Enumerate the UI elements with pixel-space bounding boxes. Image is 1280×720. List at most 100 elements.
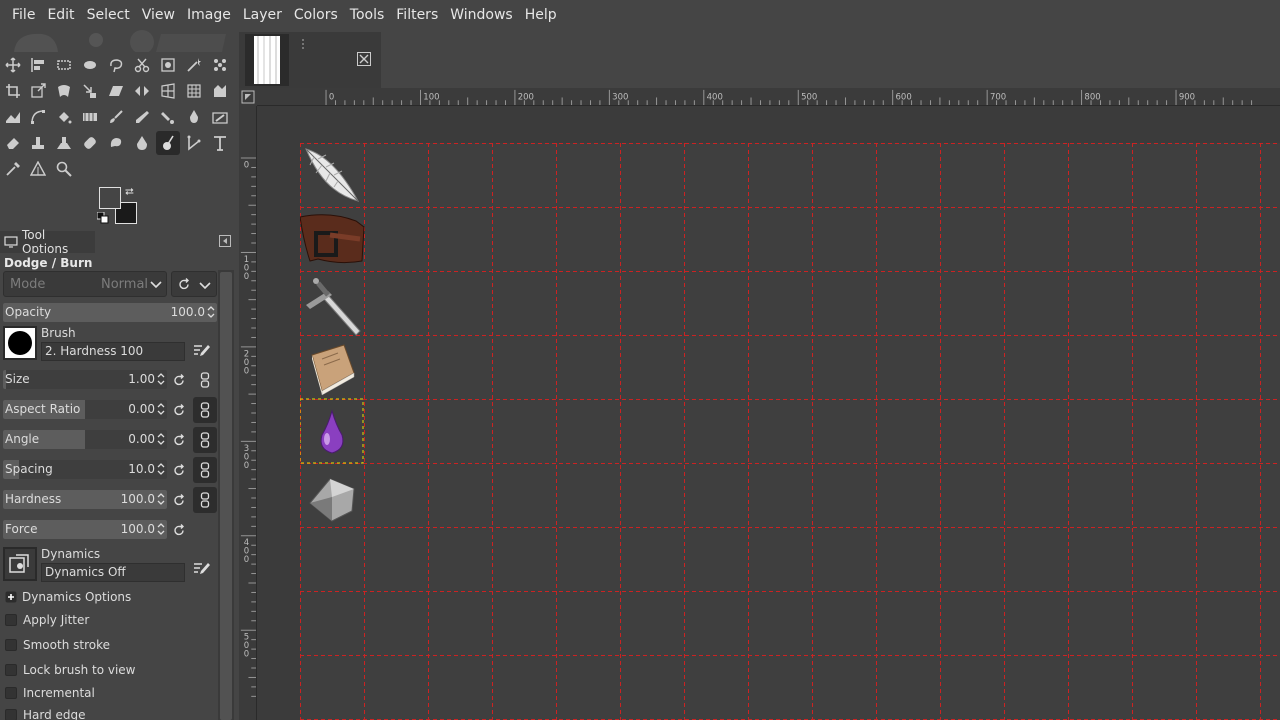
gegl-operation-icon[interactable]: [208, 79, 232, 103]
menu-tools[interactable]: Tools: [344, 0, 391, 30]
menu-select[interactable]: Select: [81, 0, 136, 30]
smudge-icon[interactable]: [104, 131, 128, 155]
shear-icon[interactable]: [104, 79, 128, 103]
ellipse-select-icon[interactable]: [78, 53, 102, 77]
perspective-clone-icon[interactable]: [52, 131, 76, 155]
select-by-color-icon[interactable]: [208, 53, 232, 77]
perspective-icon[interactable]: [156, 79, 180, 103]
heal-icon[interactable]: [78, 131, 102, 155]
free-select-icon[interactable]: [104, 53, 128, 77]
blur-sharpen-icon[interactable]: [130, 131, 154, 155]
spacing-slider[interactable]: Spacing 10.0: [3, 460, 167, 479]
measure-angle-icon[interactable]: [26, 157, 50, 181]
smooth-stroke-checkbox[interactable]: Smooth stroke: [5, 638, 110, 652]
move-tool-icon[interactable]: [1, 53, 25, 77]
rect-select-icon[interactable]: [52, 53, 76, 77]
hardness-link-button[interactable]: [193, 487, 217, 513]
edit-dynamics-button[interactable]: [192, 559, 212, 579]
hardness-reset-button[interactable]: [169, 490, 189, 510]
size-link-button[interactable]: [195, 370, 215, 390]
menu-layer[interactable]: Layer: [237, 0, 288, 30]
image-tab[interactable]: [239, 32, 381, 88]
angle-slider[interactable]: Angle 0.00: [3, 430, 167, 449]
menu-filters[interactable]: Filters: [390, 0, 444, 30]
bucket-fill-icon[interactable]: [52, 105, 76, 129]
dynamics-name-field[interactable]: Dynamics Off: [41, 563, 185, 582]
horizontal-ruler[interactable]: 0 100 200 300 400 500 600 700 800 900: [257, 88, 1280, 106]
unified-transform-icon[interactable]: [26, 79, 50, 103]
brush-name-field[interactable]: 2. Hardness 100: [41, 342, 185, 361]
close-icon[interactable]: [357, 52, 371, 66]
foreground-color-swatch[interactable]: [99, 187, 121, 209]
angle-link-button[interactable]: [193, 427, 217, 453]
fuzzy-select-icon[interactable]: [182, 53, 206, 77]
lock-brush-checkbox[interactable]: Lock brush to view: [5, 663, 136, 677]
eraser-icon[interactable]: [1, 131, 25, 155]
spin-arrows-icon[interactable]: [157, 462, 165, 476]
paths-tool-icon[interactable]: [26, 105, 50, 129]
clone-stamp-icon[interactable]: [26, 131, 50, 155]
spin-arrows-icon[interactable]: [207, 305, 215, 319]
text-tool-icon[interactable]: [208, 131, 232, 155]
flip-icon[interactable]: [130, 79, 154, 103]
mode-select[interactable]: Mode Normal: [3, 271, 167, 297]
vertical-ruler[interactable]: 0 1 0 0 2 0 0 3 0 0 4 0 0 5 0 0: [239, 106, 257, 720]
spin-arrows-icon[interactable]: [157, 492, 165, 506]
spacing-reset-button[interactable]: [169, 460, 189, 480]
zoom-icon[interactable]: [52, 157, 76, 181]
apply-jitter-checkbox[interactable]: Apply Jitter: [5, 613, 89, 627]
aspect-ratio-reset-button[interactable]: [169, 400, 189, 420]
size-slider[interactable]: Size 1.00: [3, 370, 167, 389]
menu-image[interactable]: Image: [181, 0, 237, 30]
menu-colors[interactable]: Colors: [288, 0, 344, 30]
swap-colors-icon[interactable]: ⮂: [125, 185, 134, 199]
spin-arrows-icon[interactable]: [157, 522, 165, 536]
menu-view[interactable]: View: [136, 0, 181, 30]
pencil-icon[interactable]: [130, 105, 154, 129]
paintbrush-icon[interactable]: [104, 105, 128, 129]
mypaint-brush-icon[interactable]: [208, 105, 232, 129]
foreground-select-icon[interactable]: [156, 53, 180, 77]
mode-reset-select[interactable]: [171, 271, 217, 297]
spin-arrows-icon[interactable]: [157, 372, 165, 386]
cage-transform-icon[interactable]: [182, 79, 206, 103]
dodge-burn-icon[interactable]: [156, 131, 180, 155]
airbrush-icon[interactable]: [156, 105, 180, 129]
tool-options-tab[interactable]: Tool Options: [0, 228, 95, 256]
spin-arrows-icon[interactable]: [157, 402, 165, 416]
quick-mask-corner-icon[interactable]: [239, 88, 257, 106]
menu-help[interactable]: Help: [519, 0, 563, 30]
gradient-icon[interactable]: [78, 105, 102, 129]
angle-reset-button[interactable]: [169, 430, 189, 450]
menu-windows[interactable]: Windows: [444, 0, 519, 30]
dynamics-options-expander[interactable]: Dynamics Options: [5, 590, 131, 604]
scissors-icon[interactable]: [130, 53, 154, 77]
hard-edge-checkbox[interactable]: Hard edge: [5, 708, 86, 720]
handle-transform-icon[interactable]: [78, 79, 102, 103]
size-reset-button[interactable]: [169, 370, 189, 390]
opacity-slider[interactable]: Opacity 100.0: [3, 303, 217, 322]
crop-tool-icon[interactable]: [1, 79, 25, 103]
spin-arrows-icon[interactable]: [157, 432, 165, 446]
default-colors-icon[interactable]: [97, 212, 109, 224]
force-slider[interactable]: Force 100.0: [3, 520, 167, 539]
image-grid[interactable]: [300, 143, 1280, 720]
warp-transform-icon[interactable]: [52, 79, 76, 103]
ink-icon[interactable]: [182, 105, 206, 129]
brush-preview[interactable]: [3, 326, 37, 360]
aspect-ratio-slider[interactable]: Aspect Ratio 0.00: [3, 400, 167, 419]
spacing-link-button[interactable]: [193, 457, 217, 483]
hardness-slider[interactable]: Hardness 100.0: [3, 490, 167, 509]
edit-brush-button[interactable]: [192, 341, 212, 361]
image-thumbnail[interactable]: [245, 34, 289, 86]
color-picker-icon[interactable]: [1, 157, 25, 181]
incremental-checkbox[interactable]: Incremental: [5, 686, 95, 700]
dynamics-preview[interactable]: [3, 547, 37, 581]
dock-menu-icon[interactable]: [219, 235, 231, 247]
measure-icon[interactable]: [182, 131, 206, 155]
align-tool-icon[interactable]: [26, 53, 50, 77]
menu-file[interactable]: File: [6, 0, 41, 30]
menu-edit[interactable]: Edit: [41, 0, 80, 30]
warp-tool-icon[interactable]: [1, 105, 25, 129]
aspect-ratio-link-button[interactable]: [193, 397, 217, 423]
